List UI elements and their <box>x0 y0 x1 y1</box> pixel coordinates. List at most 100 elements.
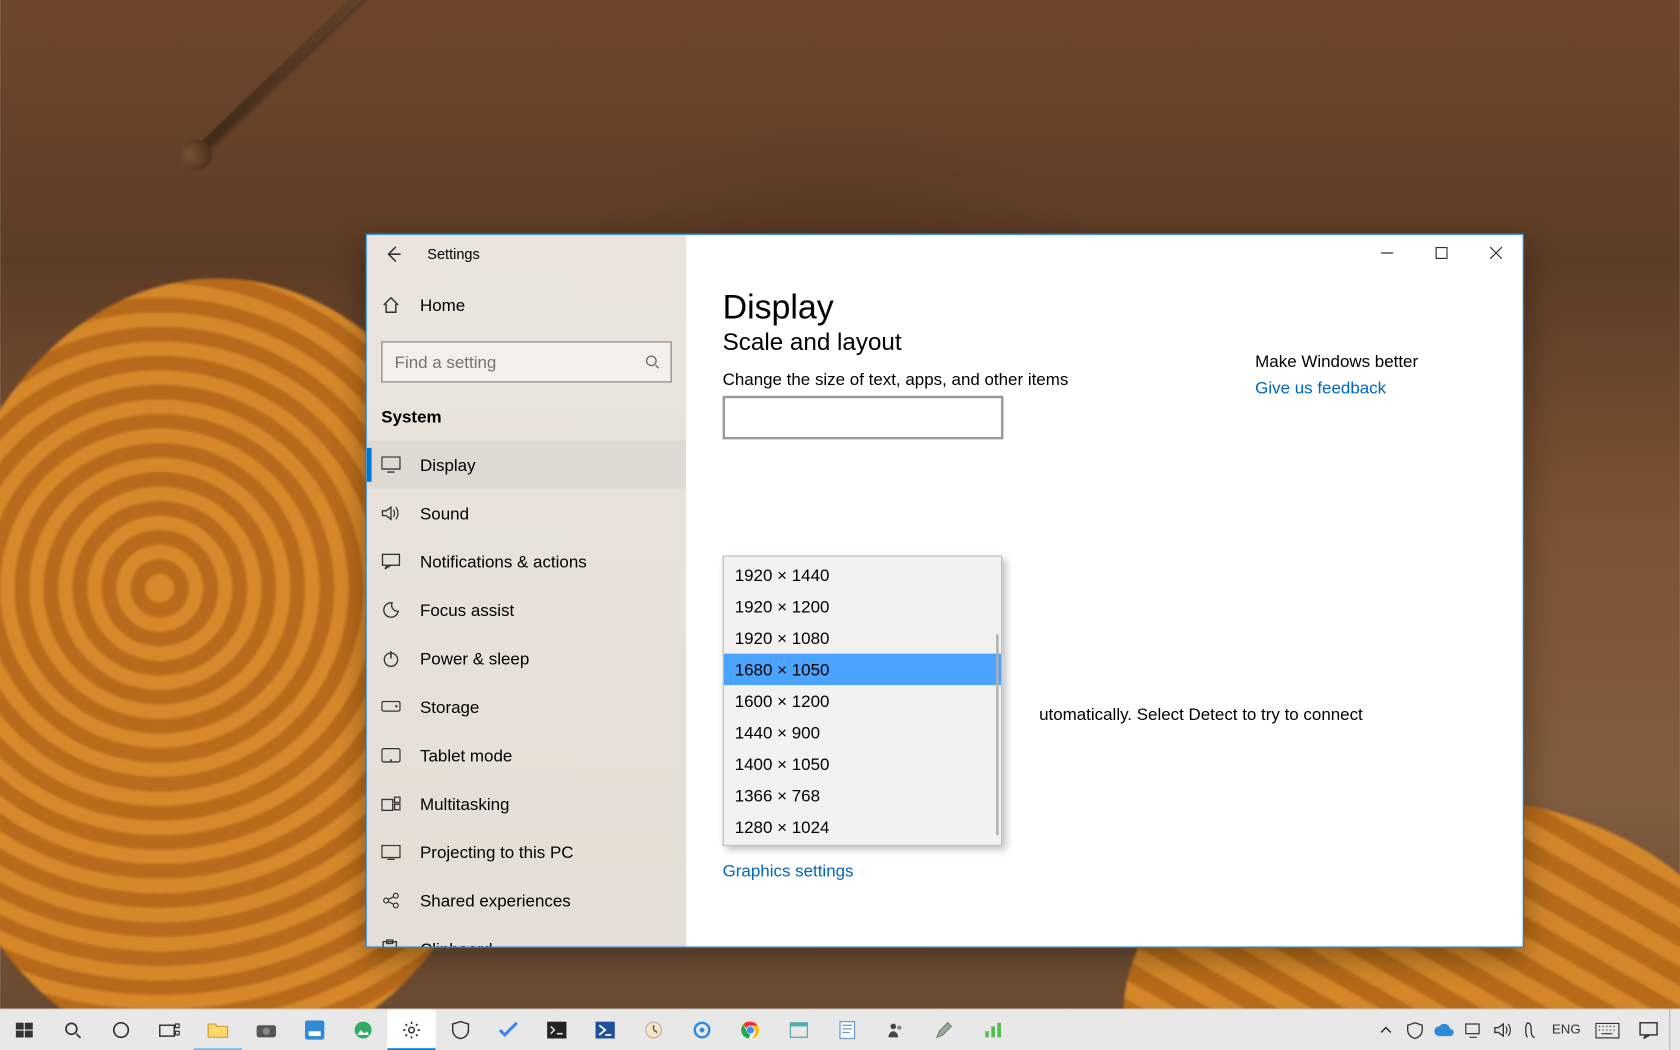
multitasking-icon <box>381 796 400 812</box>
search-icon <box>644 353 661 370</box>
sidebar-item-label: Display <box>420 455 476 474</box>
taskbar-app-pen[interactable] <box>920 1009 968 1050</box>
display-icon <box>381 456 400 473</box>
notifications-icon <box>381 553 400 570</box>
resolution-option[interactable]: 1680 × 1050 <box>724 654 1001 685</box>
maximize-button[interactable] <box>1414 235 1468 271</box>
sidebar-item-label: Tablet mode <box>420 746 512 765</box>
search-settings-input[interactable] <box>381 341 671 382</box>
resolution-option[interactable]: 1920 × 1440 <box>724 559 1001 590</box>
clipboard-icon <box>381 939 400 946</box>
settings-content: Display Scale and layout Change the size… <box>686 235 1522 947</box>
search-button[interactable] <box>48 1009 96 1050</box>
settings-window: Settings Home System Display Sound Notific… <box>366 234 1524 948</box>
taskbar-app-window[interactable] <box>775 1009 823 1050</box>
tray-onedrive-icon[interactable] <box>1429 1009 1458 1050</box>
resolution-option[interactable]: 1600 × 1200 <box>724 685 1001 716</box>
sidebar-item-label: Sound <box>420 504 469 523</box>
cortana-button[interactable] <box>97 1009 145 1050</box>
close-button[interactable] <box>1468 235 1522 271</box>
taskbar-app-blue[interactable] <box>290 1009 338 1050</box>
focus-assist-icon <box>381 600 400 619</box>
shared-experiences-icon <box>381 891 400 910</box>
taskbar-app-chart[interactable] <box>968 1009 1016 1050</box>
feedback-heading: Make Windows better <box>1255 351 1418 370</box>
page-title: Display <box>708 288 1486 327</box>
resolution-option[interactable]: 1400 × 1050 <box>724 748 1001 779</box>
tray-overflow-chevron-icon[interactable] <box>1371 1009 1400 1050</box>
sidebar-item-multitasking[interactable]: Multitasking <box>367 779 687 827</box>
sidebar-item-power-sleep[interactable]: Power & sleep <box>367 634 687 682</box>
sidebar-item-storage[interactable]: Storage <box>367 683 687 731</box>
storage-icon <box>381 701 400 713</box>
sidebar-item-label: Shared experiences <box>420 891 571 910</box>
taskbar-camera[interactable] <box>242 1009 290 1050</box>
sidebar-item-display[interactable]: Display <box>367 441 687 489</box>
give-feedback-link[interactable]: Give us feedback <box>1255 378 1386 397</box>
sidebar-item-label: Multitasking <box>420 794 509 813</box>
task-view-button[interactable] <box>145 1009 193 1050</box>
tray-action-center-icon[interactable] <box>1628 1009 1669 1050</box>
taskbar-settings[interactable] <box>387 1009 435 1050</box>
taskbar-photos[interactable] <box>339 1009 387 1050</box>
minimize-button[interactable] <box>1359 235 1413 271</box>
tray-network-icon[interactable] <box>1459 1009 1488 1050</box>
window-title: Settings <box>427 246 479 263</box>
sound-icon <box>381 505 400 522</box>
sidebar-item-label: Notifications & actions <box>420 552 587 571</box>
taskbar-notepad[interactable] <box>823 1009 871 1050</box>
tablet-mode-icon <box>381 747 400 763</box>
tray-security-icon[interactable] <box>1400 1009 1429 1050</box>
sidebar-item-tablet-mode[interactable]: Tablet mode <box>367 731 687 779</box>
sidebar-item-label: Projecting to this PC <box>420 842 574 861</box>
taskbar-app-gear-blue[interactable] <box>678 1009 726 1050</box>
search-input[interactable] <box>392 351 644 373</box>
tray-volume-icon[interactable] <box>1488 1009 1517 1050</box>
resolution-option[interactable]: 1920 × 1200 <box>724 591 1001 622</box>
taskbar-powershell[interactable] <box>581 1009 629 1050</box>
taskbar: ENG <box>0 1008 1680 1050</box>
resolution-option[interactable]: 1366 × 768 <box>724 779 1001 810</box>
sidebar-item-sound[interactable]: Sound <box>367 489 687 537</box>
show-desktop-button[interactable] <box>1669 1009 1677 1050</box>
resolution-option[interactable]: 1920 × 1080 <box>724 622 1001 653</box>
tray-language[interactable]: ENG <box>1546 1009 1587 1050</box>
back-button[interactable] <box>376 237 410 271</box>
resolution-option[interactable]: 1280 × 1024 <box>724 811 1001 842</box>
home-icon <box>381 295 400 314</box>
resolution-dropdown-popup: 1920 × 14401920 × 12001920 × 10801680 × … <box>723 556 1003 846</box>
taskbar-chrome[interactable] <box>726 1009 774 1050</box>
sidebar-item-shared-experiences[interactable]: Shared experiences <box>367 876 687 924</box>
resolution-option[interactable]: 1440 × 900 <box>724 717 1001 748</box>
projecting-icon <box>381 844 400 860</box>
tray-app-icon[interactable] <box>1517 1009 1546 1050</box>
taskbar-people[interactable] <box>871 1009 919 1050</box>
sidebar-item-label: Power & sleep <box>420 649 529 668</box>
settings-sidebar: Settings Home System Display Sound Notific… <box>367 235 687 947</box>
start-button[interactable] <box>0 1009 48 1050</box>
taskbar-file-explorer[interactable] <box>194 1009 242 1050</box>
sidebar-item-focus-assist[interactable]: Focus assist <box>367 586 687 634</box>
taskbar-left <box>0 1009 1017 1050</box>
sidebar-item-label: Focus assist <box>420 600 514 619</box>
graphics-settings-link[interactable]: Graphics settings <box>723 860 1487 879</box>
scale-dropdown[interactable] <box>723 396 1004 440</box>
power-sleep-icon <box>381 649 400 668</box>
window-controls <box>1359 235 1522 271</box>
tray-keyboard-icon[interactable] <box>1587 1009 1628 1050</box>
sidebar-nav: Display Sound Notifications & actions Focus… <box>367 441 687 947</box>
desktop-wallpaper: Settings Home System Display Sound Notific… <box>0 0 1680 1050</box>
sidebar-item-label: Clipboard <box>420 939 493 946</box>
taskbar-terminal[interactable] <box>533 1009 581 1050</box>
sidebar-item-label: Storage <box>420 697 479 716</box>
sidebar-item-label: Home <box>420 295 465 314</box>
sidebar-item-notifications-actions[interactable]: Notifications & actions <box>367 537 687 585</box>
taskbar-clock[interactable] <box>629 1009 677 1050</box>
sidebar-item-home[interactable]: Home <box>367 281 687 329</box>
sidebar-item-projecting-to-this-pc[interactable]: Projecting to this PC <box>367 828 687 876</box>
taskbar-security[interactable] <box>436 1009 484 1050</box>
taskbar-right: ENG <box>1371 1009 1680 1050</box>
sidebar-item-clipboard[interactable]: Clipboard <box>367 925 687 947</box>
taskbar-todo[interactable] <box>484 1009 532 1050</box>
sidebar-section-label: System <box>367 392 687 436</box>
